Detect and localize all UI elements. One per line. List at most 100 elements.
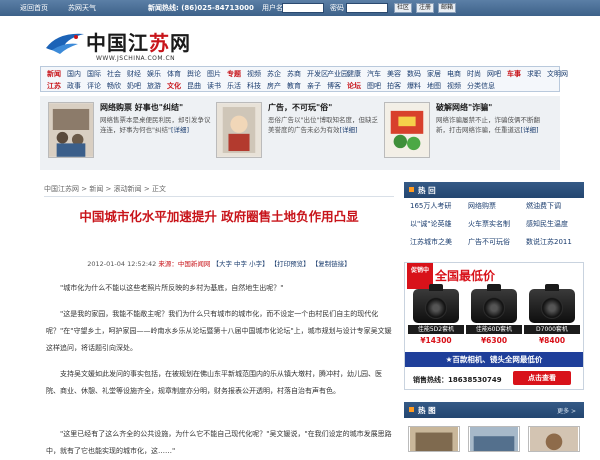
nav-link[interactable]: 舆论	[187, 69, 201, 79]
hot-news-item[interactable]: 165万人考研	[410, 201, 451, 211]
breadcrumb[interactable]: 中国江苏网 > 新闻 > 滚动新闻 > 正文	[44, 184, 166, 194]
password-label: 密码	[330, 4, 344, 12]
nav-link[interactable]: 教育	[287, 81, 301, 91]
fraud-photo	[384, 102, 430, 158]
hot-news-item[interactable]: 燃油费下调	[526, 201, 561, 211]
nav-link[interactable]: 求职	[527, 69, 541, 79]
feature-more-link[interactable]: [详细]	[171, 126, 189, 134]
nav-link[interactable]: 亲子	[307, 81, 321, 91]
article-paragraph: "城市化为什么不能以这些老照片所反映的乡村为基底，自然地生出呢？"	[60, 284, 284, 292]
nav-link[interactable]: 家居	[427, 69, 441, 79]
weather-link[interactable]: 苏网天气	[68, 3, 96, 13]
mail-button[interactable]: 邮箱	[438, 3, 456, 13]
nav-link[interactable]: 畅欣	[107, 81, 121, 91]
nav-link[interactable]: 博客	[327, 81, 341, 91]
hot-photo[interactable]	[468, 426, 520, 452]
nav-link[interactable]: 分类信息	[467, 81, 495, 91]
nav-link[interactable]: 奶吧	[127, 81, 141, 91]
feature-more-link[interactable]: [详细]	[340, 126, 358, 134]
username-label: 用户名	[262, 4, 283, 12]
hot-news-item[interactable]: 数说江苏2011	[526, 237, 572, 247]
nav-link[interactable]: 社会	[107, 69, 121, 79]
nav-link[interactable]: 数码	[407, 69, 421, 79]
ad-slogan: ★百款相机、镜头全网最低价	[405, 352, 583, 367]
nav-link[interactable]: 新闻	[47, 69, 61, 79]
nav-link[interactable]: 爆料	[407, 81, 421, 91]
feature-strip: 网络购票 好事也"纠结" 网络售票本是桌便民利民，却引发争议连连，好事为何也"纠…	[40, 96, 560, 170]
nav-link[interactable]: 乐活	[227, 81, 241, 91]
camera-price: ¥8400	[538, 336, 566, 345]
article-paragraph: "这是我的家园，我能不能敞主呢？我们为什么只有城市的城市化，而不设定一个由村民们…	[46, 310, 392, 352]
nav-link[interactable]: 苏商	[287, 69, 301, 79]
hot-pics-title: 热 图	[418, 406, 436, 415]
nav-link[interactable]: 论坛	[347, 81, 361, 91]
feature-card-ticket[interactable]: 网络购票 好事也"纠结" 网络售票本是桌便民利民，却引发争议连连，好事为何也"纠…	[48, 102, 216, 164]
community-button[interactable]: 社区	[394, 3, 412, 13]
camera-icon	[471, 284, 517, 323]
nav-link[interactable]: 图片	[207, 69, 221, 79]
password-input[interactable]	[346, 3, 388, 13]
nav-link[interactable]: 昆曲	[187, 81, 201, 91]
camera-icon	[529, 284, 575, 323]
nav-link[interactable]: 旅游	[147, 81, 161, 91]
nav-link[interactable]: 文明网	[547, 69, 568, 79]
home-link[interactable]: 返回首页	[20, 3, 48, 13]
nav-link[interactable]: 视频	[447, 81, 461, 91]
nav-link[interactable]: 图吧	[367, 81, 381, 91]
nav-link[interactable]: 地图	[427, 81, 441, 91]
hot-photo[interactable]	[528, 426, 580, 452]
nav-link[interactable]: 读书	[207, 81, 221, 91]
nav-link[interactable]: 文化	[167, 81, 181, 91]
nav-link[interactable]: 电商	[447, 69, 461, 79]
nav-link[interactable]: 科技	[247, 81, 261, 91]
article-paragraph: "这里已经有了这么齐全的公共设施，为什么它不能自己现代化呢？"吴文媛说，"在我们…	[46, 430, 392, 455]
nav-link[interactable]: 产业园	[327, 69, 348, 79]
camera-ad[interactable]: 促销中 全国最低价 佳能5D2套机 佳能60D套机 D7000套机 ¥14300…	[404, 262, 584, 390]
view-ad-button[interactable]: 点击查看	[513, 371, 571, 385]
nav-link[interactable]: 拍客	[387, 81, 401, 91]
site-logo[interactable]: 中国江苏网	[86, 27, 191, 56]
nav-link[interactable]: 房产	[267, 81, 281, 91]
nav-link[interactable]: 专题	[227, 69, 241, 79]
feature-desc: 网络诈骗屡禁不止，诈骗伎俩不断翻新，打击网络诈骗，任重道远[详细]	[436, 116, 540, 134]
hot-news-item[interactable]: 感知民生温度	[526, 219, 568, 229]
hot-news-item[interactable]: 江苏城市之美	[410, 237, 452, 247]
nav-link[interactable]: 视频	[247, 69, 261, 79]
feature-card-ads[interactable]: 广告，不可玩"俗" 恶俗广告以"出位"博取知名度，但缺乏美誉度的广告未必为有效[…	[216, 102, 384, 164]
more-pics-link[interactable]: 更多 >	[557, 406, 576, 415]
hot-news-item[interactable]: 网络购票	[468, 201, 496, 211]
nav-link[interactable]: 国内	[67, 69, 81, 79]
username-input[interactable]	[282, 3, 324, 13]
hot-news-item[interactable]: 广告不可玩俗	[468, 237, 510, 247]
nav-link[interactable]: 开发区	[307, 69, 328, 79]
hot-photo[interactable]	[408, 426, 460, 452]
divider	[44, 196, 394, 197]
nav-link[interactable]: 国际	[87, 69, 101, 79]
nav-link[interactable]: 美容	[387, 69, 401, 79]
hot-news-item[interactable]: 以"诚"论英雄	[410, 219, 451, 229]
nav-link[interactable]: 财经	[127, 69, 141, 79]
nav-link[interactable]: 评论	[87, 81, 101, 91]
nav-link[interactable]: 网吧	[487, 69, 501, 79]
nav-link[interactable]: 体育	[167, 69, 181, 79]
article-source[interactable]: 中国新闻网	[178, 260, 211, 268]
register-button[interactable]: 注册	[416, 3, 434, 13]
nav-link[interactable]: 车事	[507, 69, 521, 79]
print-preview-link[interactable]: 【打印预览】	[271, 260, 310, 268]
hot-news-item[interactable]: 火车票实名制	[468, 219, 510, 229]
nav-link[interactable]: 汽车	[367, 69, 381, 79]
nav-link[interactable]: 健康	[347, 69, 361, 79]
nav-link[interactable]: 政事	[67, 81, 81, 91]
nav-link[interactable]: 江苏	[47, 81, 61, 91]
feature-more-link[interactable]: [详细]	[521, 126, 539, 134]
feature-card-fraud[interactable]: 破解网络"诈骗" 网络诈骗屡禁不止，诈骗伎俩不断翻新，打击网络诈骗，任重道远[详…	[384, 102, 552, 164]
hot-news-title: 热 回	[418, 186, 436, 195]
sales-phone: 销售热线：18638530749	[413, 376, 502, 384]
hot-news-header: 热 回	[404, 182, 584, 198]
nav-link[interactable]: 时尚	[467, 69, 481, 79]
nav-link[interactable]: 娱乐	[147, 69, 161, 79]
copy-link-button[interactable]: 【复制链接】	[312, 260, 351, 268]
font-size-controls[interactable]: 【大字 中字 小字】	[212, 260, 268, 268]
nav-link[interactable]: 苏企	[267, 69, 281, 79]
hot-pics-header: 热 图 更多 >	[404, 402, 584, 418]
